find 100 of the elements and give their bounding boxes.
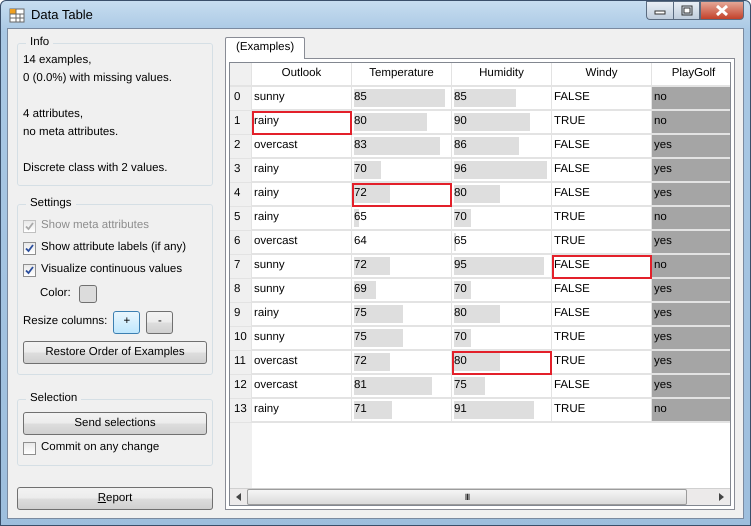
- window-title: Data Table: [31, 6, 93, 22]
- table-cell: 70: [452, 278, 552, 303]
- checkbox[interactable]: [23, 264, 36, 276]
- color-label: Color:: [40, 287, 71, 301]
- table-cell: yes: [652, 278, 730, 303]
- table-cell: overcast: [252, 374, 352, 399]
- table-cell: yes: [652, 182, 730, 207]
- info-text: Discrete class with 2 values.: [23, 162, 168, 176]
- table-cell: sunny: [252, 278, 352, 303]
- table-cell: no: [652, 86, 730, 111]
- maximize-button[interactable]: [673, 1, 700, 20]
- table-cell: yes: [652, 374, 730, 399]
- checkbox[interactable]: [23, 442, 36, 454]
- restore-order-button[interactable]: Restore Order of Examples: [23, 341, 207, 364]
- table-cell: 80: [452, 302, 552, 327]
- table-cell: yes: [652, 350, 730, 375]
- table-cell: 80: [452, 182, 552, 207]
- table-cell: 85: [352, 86, 452, 111]
- column-header[interactable]: Outlook: [252, 62, 352, 87]
- table-cell: 65: [352, 206, 452, 231]
- table-cell: overcast: [252, 134, 352, 159]
- maximize-icon: [680, 5, 692, 16]
- row-number: 2: [230, 134, 252, 159]
- table-cell: 75: [452, 374, 552, 399]
- table-cell: 80: [352, 110, 452, 135]
- row-number: 12: [230, 374, 252, 399]
- group-title: Settings: [26, 197, 76, 211]
- table-cell: no: [652, 254, 730, 279]
- row-number: 9: [230, 302, 252, 327]
- resize-button[interactable]: -: [146, 310, 174, 334]
- table-cell: 64: [352, 230, 452, 255]
- table-cell: rainy: [252, 110, 352, 135]
- table-cell: FALSE: [552, 254, 652, 279]
- table-cell: rainy: [252, 398, 352, 423]
- column-header[interactable]: Humidity: [452, 62, 552, 87]
- row-number: 6: [230, 230, 252, 255]
- close-button[interactable]: [700, 1, 744, 20]
- table-cell: 95: [452, 254, 552, 279]
- row-number: 10: [230, 326, 252, 351]
- column-header[interactable]: Temperature: [352, 62, 452, 87]
- app-icon: [9, 6, 25, 22]
- row-number: 0: [230, 86, 252, 111]
- send-selections-button[interactable]: Send selections: [23, 412, 207, 435]
- table-cell: 75: [352, 302, 452, 327]
- table-cell: 71: [352, 398, 452, 423]
- table-cell: 65: [452, 230, 552, 255]
- table-cell: 72: [352, 350, 452, 375]
- table-cell: yes: [652, 302, 730, 327]
- checkbox-label: Show attribute labels (if any): [41, 241, 186, 255]
- row-number: 11: [230, 350, 252, 375]
- table-cell: sunny: [252, 254, 352, 279]
- row-number: 8: [230, 278, 252, 303]
- table-cell: yes: [652, 326, 730, 351]
- table-cell: 72: [352, 182, 452, 207]
- checkbox-label: Commit on any change: [41, 441, 160, 455]
- info-text: 14 examples, 0 (0.0%) with missing values.: [23, 54, 173, 86]
- checkbox-label: Show meta attributes: [41, 219, 150, 233]
- row-number: 7: [230, 254, 252, 279]
- row-number: 4: [230, 182, 252, 207]
- info-text: 4 attributes, no meta attributes.: [23, 108, 120, 140]
- table-corner: [230, 62, 252, 87]
- table-cell: no: [652, 398, 730, 423]
- table-cell: 81: [352, 374, 452, 399]
- color-swatch[interactable]: [78, 285, 97, 303]
- table-cell: overcast: [252, 230, 352, 255]
- checkbox[interactable]: [23, 242, 36, 254]
- table-cell: 72: [352, 254, 452, 279]
- resize-button[interactable]: +: [113, 310, 140, 334]
- table-cell: sunny: [252, 326, 352, 351]
- table-cell: 91: [452, 398, 552, 423]
- scroll-thumb[interactable]: III: [247, 489, 687, 505]
- table-cell: 70: [452, 206, 552, 231]
- horizontal-scrollbar[interactable]: III: [230, 488, 730, 505]
- table-cell: overcast: [252, 350, 352, 375]
- row-number: 5: [230, 206, 252, 231]
- table-cell: 85: [452, 86, 552, 111]
- table-cell: no: [652, 206, 730, 231]
- row-number: 1: [230, 110, 252, 135]
- tab[interactable]: (Examples): [225, 37, 306, 59]
- table-cell: rainy: [252, 182, 352, 207]
- table-cell: 75: [352, 326, 452, 351]
- row-number: 13: [230, 398, 252, 423]
- row-number: 3: [230, 158, 252, 183]
- table-cell: 69: [352, 278, 452, 303]
- checkbox-label: Visualize continuous values: [41, 263, 182, 277]
- table-cell: yes: [652, 230, 730, 255]
- table-cell: yes: [652, 134, 730, 159]
- table-cell: no: [652, 110, 730, 135]
- table-cell: 70: [352, 158, 452, 183]
- table-cell: rainy: [252, 302, 352, 327]
- report-button[interactable]: Report: [17, 487, 213, 510]
- table-cell: 70: [452, 326, 552, 351]
- table-cell: 86: [452, 134, 552, 159]
- minimize-button[interactable]: [646, 1, 673, 20]
- table-cell: 96: [452, 158, 552, 183]
- table-cell: rainy: [252, 158, 352, 183]
- column-header[interactable]: Windy: [552, 62, 652, 87]
- table-cell: 90: [452, 110, 552, 135]
- table-cell: rainy: [252, 206, 352, 231]
- table-cell: 80: [452, 350, 552, 375]
